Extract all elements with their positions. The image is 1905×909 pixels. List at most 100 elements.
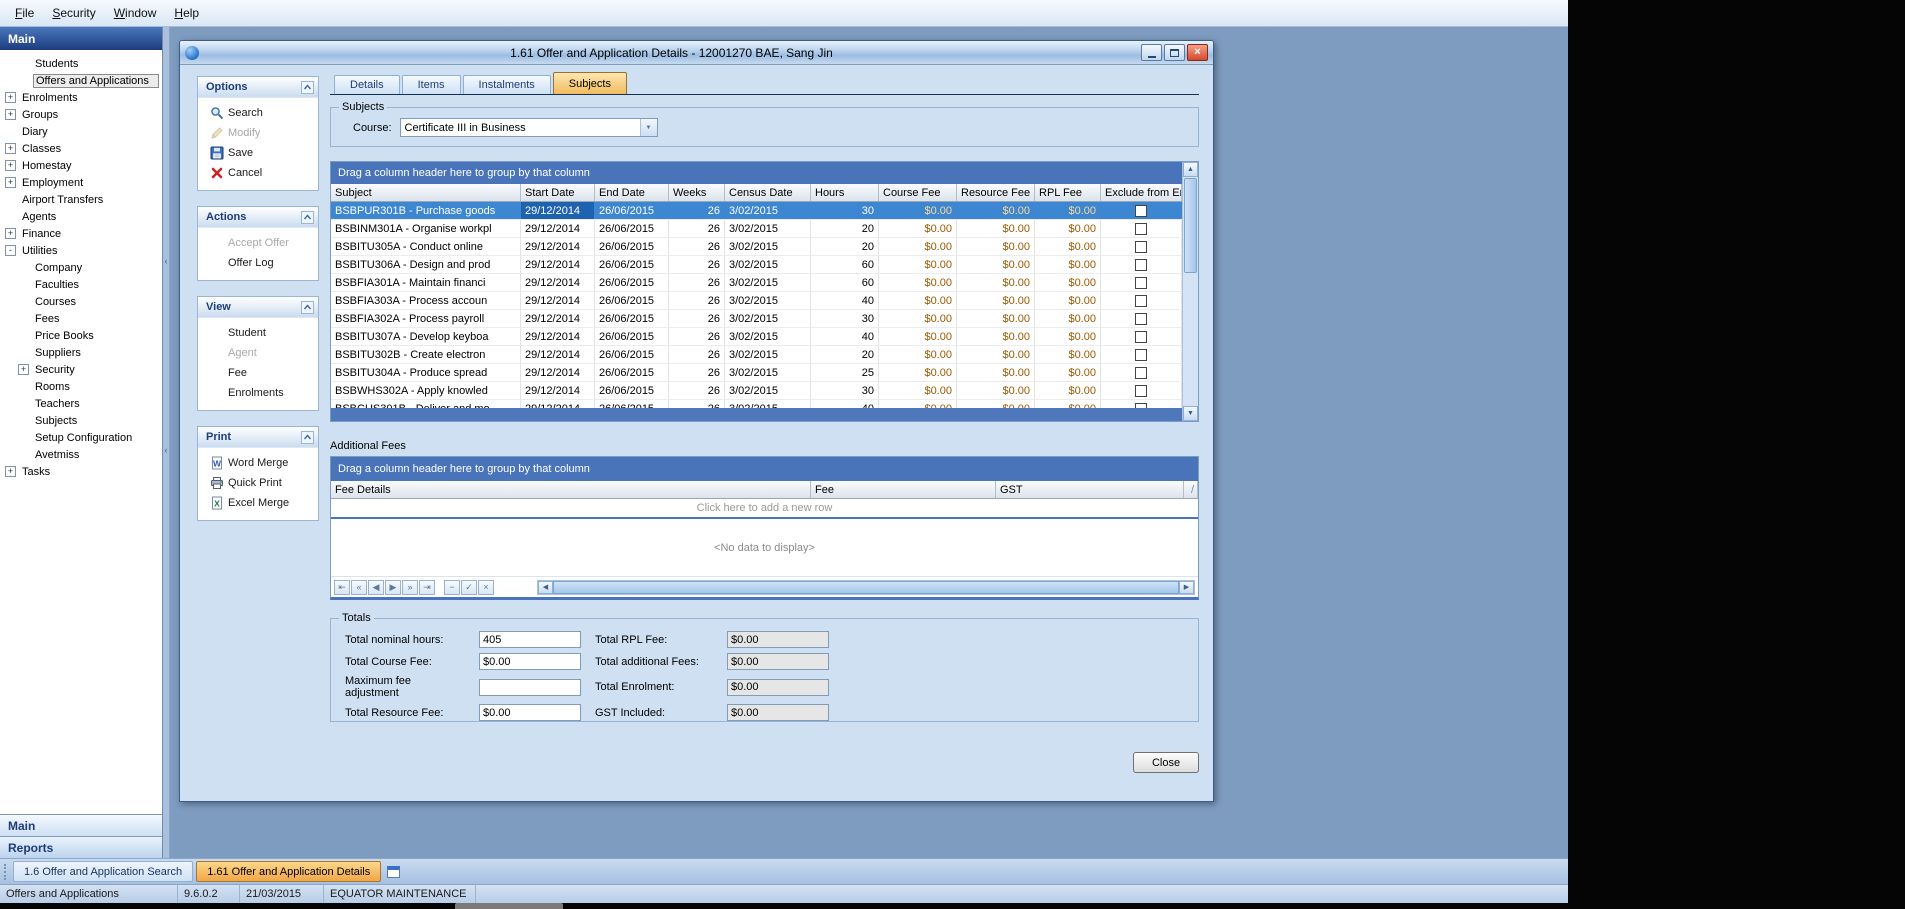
window-tab-1-6-offer-and-application-search[interactable]: 1.6 Offer and Application Search: [13, 861, 193, 882]
sidebar-footer-main-button[interactable]: Main: [0, 814, 162, 836]
sidebar-item-rooms[interactable]: Rooms: [0, 378, 162, 395]
column-header-subject[interactable]: Subject: [331, 184, 521, 201]
sidebar-item-price-books[interactable]: Price Books: [0, 327, 162, 344]
sidebar-item-tasks[interactable]: +Tasks: [0, 463, 162, 480]
sidebar-item-suppliers[interactable]: Suppliers: [0, 344, 162, 361]
sidebar-item-avetmiss[interactable]: Avetmiss: [0, 446, 162, 463]
maximize-button[interactable]: [1164, 44, 1185, 61]
subject-row[interactable]: BSBINM301A - Organise workpl29/12/201426…: [331, 220, 1182, 238]
expand-icon[interactable]: +: [5, 177, 16, 188]
search-button[interactable]: Search: [198, 104, 318, 121]
close-window-button[interactable]: ×: [1187, 44, 1208, 61]
nav-prev-icon[interactable]: ◀: [368, 580, 384, 595]
column-header-end-date[interactable]: End Date: [595, 184, 669, 201]
close-button[interactable]: Close: [1133, 752, 1199, 773]
sidebar-item-utilities[interactable]: -Utilities: [0, 242, 162, 259]
column-header-weeks[interactable]: Weeks: [669, 184, 725, 201]
nav-post-icon[interactable]: ✓: [461, 580, 477, 595]
subject-row[interactable]: BSBITU307A - Develop keyboa29/12/201426/…: [331, 328, 1182, 346]
nav-delete-icon[interactable]: −: [444, 580, 460, 595]
scrollbar-thumb[interactable]: [553, 581, 1179, 594]
sidebar-item-agents[interactable]: Agents: [0, 208, 162, 225]
total-rpl-fee-field[interactable]: $0.00: [727, 631, 829, 648]
menu-security[interactable]: Security: [43, 3, 104, 23]
nav-next-icon[interactable]: ▶: [385, 580, 401, 595]
collapse-arrow-icon[interactable]: ‹: [165, 257, 168, 266]
subject-row[interactable]: BSBCUS301B - Deliver and mo29/12/201426/…: [331, 400, 1182, 408]
column-header-hours[interactable]: Hours: [811, 184, 879, 201]
sidebar-item-homestay[interactable]: +Homestay: [0, 157, 162, 174]
form-icon[interactable]: [387, 866, 400, 878]
subject-row[interactable]: BSBFIA303A - Process accoun29/12/201426/…: [331, 292, 1182, 310]
menu-window[interactable]: Window: [105, 3, 166, 23]
subject-row[interactable]: BSBWHS302A - Apply knowled29/12/201426/0…: [331, 382, 1182, 400]
group-by-panel[interactable]: Drag a column header here to group by th…: [331, 162, 1182, 184]
expand-icon[interactable]: +: [5, 143, 16, 154]
student-button[interactable]: Student: [198, 324, 318, 341]
tab-instalments[interactable]: Instalments: [463, 75, 551, 94]
sidebar-item-setup-configuration[interactable]: Setup Configuration: [0, 429, 162, 446]
exclude-checkbox[interactable]: [1135, 241, 1147, 253]
maximum-fee-adjustment-field[interactable]: [479, 679, 581, 696]
expand-icon[interactable]: +: [5, 466, 16, 477]
expand-icon[interactable]: +: [5, 92, 16, 103]
enrolments-button[interactable]: Enrolments: [198, 384, 318, 401]
exclude-checkbox[interactable]: [1135, 367, 1147, 379]
sidebar-item-subjects[interactable]: Subjects: [0, 412, 162, 429]
menu-help[interactable]: Help: [165, 3, 208, 23]
expand-icon[interactable]: +: [5, 109, 16, 120]
nav-first-icon[interactable]: ⇤: [334, 580, 350, 595]
nav-cancel-edit-icon[interactable]: ×: [478, 580, 494, 595]
subject-row[interactable]: BSBITU302B - Create electron29/12/201426…: [331, 346, 1182, 364]
column-header-resource-fee[interactable]: Resource Fee: [957, 184, 1035, 201]
add-new-row-button[interactable]: Click here to add a new row: [331, 499, 1198, 519]
sidebar-item-students[interactable]: Students: [0, 55, 162, 72]
subject-row[interactable]: BSBPUR301B - Purchase goods29/12/201426/…: [331, 202, 1182, 220]
scroll-up-icon[interactable]: ▲: [1183, 162, 1198, 177]
chevron-up-icon[interactable]: [301, 211, 314, 224]
subject-row[interactable]: BSBFIA302A - Process payroll29/12/201426…: [331, 310, 1182, 328]
sidebar-item-airport-transfers[interactable]: Airport Transfers: [0, 191, 162, 208]
exclude-checkbox[interactable]: [1135, 205, 1147, 217]
column-header-exclude-from-enr[interactable]: Exclude from Enr: [1101, 184, 1182, 201]
exclude-checkbox[interactable]: [1135, 385, 1147, 397]
sidebar-item-diary[interactable]: Diary: [0, 123, 162, 140]
sidebar-item-enrolments[interactable]: +Enrolments: [0, 89, 162, 106]
nav-prev-page-icon[interactable]: «: [351, 580, 367, 595]
total-additional-fees-field[interactable]: $0.00: [727, 653, 829, 670]
total-resource-fee-field[interactable]: $0.00: [479, 704, 581, 721]
exclude-checkbox[interactable]: [1135, 223, 1147, 235]
subject-row[interactable]: BSBITU304A - Produce spread29/12/201426/…: [331, 364, 1182, 382]
sidebar-splitter[interactable]: ‹ ‹: [163, 27, 170, 858]
expand-icon[interactable]: +: [5, 228, 16, 239]
drag-handle-icon[interactable]: [4, 864, 8, 880]
expand-icon[interactable]: +: [18, 364, 29, 375]
course-dropdown[interactable]: Certificate III in Business ▼: [400, 118, 658, 137]
sidebar-item-fees[interactable]: Fees: [0, 310, 162, 327]
column-header-fee-details[interactable]: Fee Details: [331, 481, 811, 498]
group-by-panel[interactable]: Drag a column header here to group by th…: [331, 457, 1198, 481]
agent-button[interactable]: Agent: [198, 344, 318, 361]
sidebar-item-teachers[interactable]: Teachers: [0, 395, 162, 412]
subject-row[interactable]: BSBITU306A - Design and prod29/12/201426…: [331, 256, 1182, 274]
nav-last-icon[interactable]: ⇥: [419, 580, 435, 595]
column-header-census-date[interactable]: Census Date: [725, 184, 811, 201]
minimize-button[interactable]: [1141, 44, 1162, 61]
cancel-button[interactable]: Cancel: [198, 164, 318, 181]
sidebar-item-security[interactable]: +Security: [0, 361, 162, 378]
sidebar-item-faculties[interactable]: Faculties: [0, 276, 162, 293]
column-sort-icon[interactable]: /: [1184, 481, 1198, 498]
column-header-fee[interactable]: Fee: [811, 481, 996, 498]
tab-items[interactable]: Items: [402, 75, 461, 94]
scroll-left-icon[interactable]: ◀: [538, 581, 553, 594]
total-nominal-hours-field[interactable]: 405: [479, 631, 581, 648]
subject-row[interactable]: BSBITU305A - Conduct online29/12/201426/…: [331, 238, 1182, 256]
collapse-arrow-icon[interactable]: ‹: [165, 446, 168, 455]
accept-offer-button[interactable]: Accept Offer: [198, 234, 318, 251]
window-tab-1-61-offer-and-application-details[interactable]: 1.61 Offer and Application Details: [196, 861, 381, 882]
expand-icon[interactable]: +: [5, 160, 16, 171]
fee-button[interactable]: Fee: [198, 364, 318, 381]
total-course-fee-field[interactable]: $0.00: [479, 653, 581, 670]
exclude-checkbox[interactable]: [1135, 313, 1147, 325]
sidebar-item-employment[interactable]: +Employment: [0, 174, 162, 191]
